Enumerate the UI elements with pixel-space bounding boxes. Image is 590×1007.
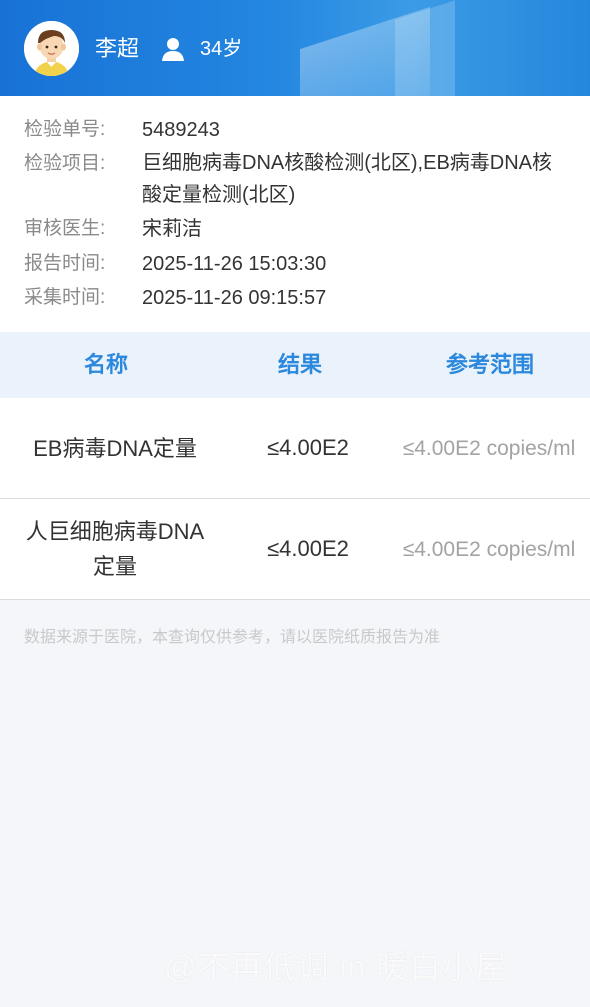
user-avatar-icon bbox=[24, 21, 79, 76]
column-header-reference: 参考范围 bbox=[445, 352, 534, 377]
reference-range-cell: ≤4.00E2 copies/ml bbox=[402, 537, 576, 561]
report-info-section: 检验单号: 5489243 检验项目: 巨细胞病毒DNA核酸检测(北区),EB病… bbox=[0, 96, 590, 332]
test-name-cell: EB病毒DNA定量 bbox=[33, 435, 197, 461]
column-header-name: 名称 bbox=[83, 352, 128, 377]
report-time-label: 报告时间: bbox=[24, 253, 106, 274]
table-row[interactable]: EB病毒DNA定量 ≤4.00E2 ≤4.00E2 copies/ml bbox=[0, 398, 590, 499]
order-number-value: 5489243 bbox=[142, 119, 220, 141]
report-time-value: 2025-11-26 15:03:30 bbox=[142, 253, 327, 275]
patient-age: 34岁 bbox=[200, 38, 243, 60]
table-row[interactable]: 人巨细胞病毒DNA定量 ≤4.00E2 ≤4.00E2 copies/ml bbox=[0, 499, 590, 600]
test-result-cell: ≤4.00E2 bbox=[267, 536, 349, 561]
patient-header: 李超 34岁 bbox=[0, 0, 590, 96]
patient-name: 李超 bbox=[95, 36, 140, 61]
doctor-label: 审核医生: bbox=[24, 218, 106, 239]
results-table-header: 名称 结果 参考范围 bbox=[0, 332, 590, 398]
collect-time-value: 2025-11-26 09:15:57 bbox=[142, 287, 327, 309]
doctor-value: 宋莉洁 bbox=[142, 218, 202, 240]
test-items-label: 检验项目: bbox=[24, 153, 106, 174]
person-icon bbox=[160, 36, 186, 62]
test-result-cell: ≤4.00E2 bbox=[267, 435, 349, 460]
test-items-value: 巨细胞病毒DNA核酸检测(北区),EB病毒DNA核酸定量检测(北区) bbox=[142, 152, 553, 206]
watermark-text: @不再低调 in 暖白小屋 bbox=[164, 949, 509, 985]
collect-time-label: 采集时间: bbox=[24, 287, 106, 308]
reference-range-cell: ≤4.00E2 copies/ml bbox=[402, 436, 576, 460]
column-header-result: 结果 bbox=[277, 352, 322, 377]
order-number-label: 检验单号: bbox=[24, 119, 106, 140]
data-source-notice: 数据来源于医院，本查询仅供参考，请以医院纸质报告为准 bbox=[24, 629, 441, 646]
test-name-cell: 人巨细胞病毒DNA定量 bbox=[25, 519, 205, 579]
